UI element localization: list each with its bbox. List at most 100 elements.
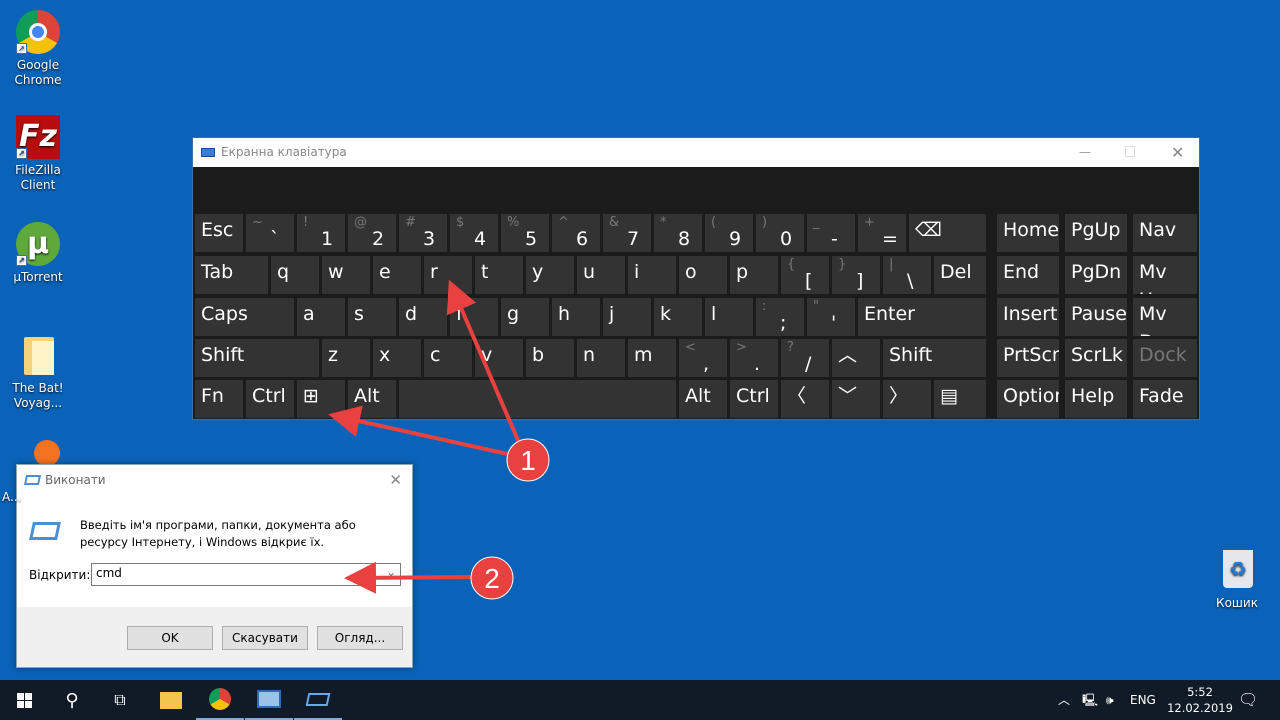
taskbar-osk[interactable] <box>245 680 293 720</box>
key-pgdn[interactable]: PgDn <box>1065 256 1127 294</box>
key-z[interactable]: z <box>322 339 370 377</box>
key-mv-dn[interactable]: Mv Dn <box>1133 298 1197 336</box>
key-y[interactable]: y <box>526 256 574 294</box>
key-,[interactable]: <, <box>679 339 727 377</box>
show-hidden-icons[interactable]: ︿ <box>1058 680 1070 720</box>
key-r[interactable]: r <box>424 256 472 294</box>
key-insert[interactable]: Insert <box>997 298 1059 336</box>
task-view-button[interactable]: ⧉ <box>96 680 144 720</box>
key-﹀[interactable]: ﹀ <box>832 380 880 418</box>
key-ctrl[interactable]: Ctrl <box>730 380 778 418</box>
key-alt[interactable]: Alt <box>348 380 396 418</box>
key-i[interactable]: i <box>628 256 676 294</box>
network-icon[interactable]: 🖳 <box>1082 680 1098 720</box>
key-tab[interactable]: Tab <box>195 256 268 294</box>
minimize-button[interactable]: — <box>1079 138 1091 167</box>
key-][interactable]: }] <box>832 256 880 294</box>
key-︿[interactable]: ︿ <box>832 339 880 377</box>
open-combobox[interactable]: cmd ⌄ <box>91 563 401 586</box>
key-alt[interactable]: Alt <box>679 380 727 418</box>
key-h[interactable]: h <box>552 298 600 336</box>
key-l[interactable]: l <box>705 298 753 336</box>
language-indicator[interactable]: ENG <box>1130 680 1156 720</box>
browse-button[interactable]: Огляд... <box>317 626 403 650</box>
key-2[interactable]: @2 <box>348 214 396 252</box>
key-k[interactable]: k <box>654 298 702 336</box>
key-〉[interactable]: 〉 <box>883 380 931 418</box>
key-mv-up[interactable]: Mv Up <box>1133 256 1197 294</box>
key-[[interactable]: {[ <box>781 256 829 294</box>
desktop-icon-thebat[interactable]: The Bat! Voyag... <box>0 333 76 411</box>
key-`[interactable]: ~ ` <box>246 214 294 252</box>
key-7[interactable]: & 7 <box>603 214 651 252</box>
key-f[interactable]: f <box>450 298 498 336</box>
key-fn[interactable]: Fn <box>195 380 243 418</box>
key-d[interactable]: d <box>399 298 447 336</box>
key-j[interactable]: j <box>603 298 651 336</box>
cancel-button[interactable]: Скасувати <box>222 626 308 650</box>
key-g[interactable]: g <box>501 298 549 336</box>
key-fade[interactable]: Fade <box>1133 380 1197 418</box>
key-\[interactable]: | \ <box>883 256 931 294</box>
key-▤[interactable]: ▤ <box>934 380 986 418</box>
key-0[interactable]: ) 0 <box>756 214 804 252</box>
key-end[interactable]: End <box>997 256 1059 294</box>
key-1[interactable]: ! 1 <box>297 214 345 252</box>
key-del[interactable]: Del <box>934 256 986 294</box>
key-9[interactable]: (9 <box>705 214 753 252</box>
key-e[interactable]: e <box>373 256 421 294</box>
key-help[interactable]: Help <box>1065 380 1127 418</box>
open-input[interactable]: cmd <box>96 566 122 580</box>
key-=[interactable]: + = <box>858 214 906 252</box>
key-home[interactable]: Home <box>997 214 1059 252</box>
desktop-icon-filezilla[interactable]: Fz ↗ FileZilla Client <box>0 115 76 193</box>
key-〈[interactable]: 〈 <box>781 380 829 418</box>
clock[interactable]: 5:52 12.02.2019 <box>1165 684 1235 716</box>
key-space[interactable] <box>399 380 676 418</box>
maximize-button[interactable] <box>1125 146 1135 157</box>
key-dock[interactable]: Dock <box>1133 339 1197 377</box>
key-v[interactable]: v <box>475 339 523 377</box>
notifications-icon[interactable]: 🗨 <box>1238 680 1258 720</box>
volume-icon[interactable]: 🕪 <box>1106 680 1114 720</box>
taskbar-run[interactable] <box>294 680 342 720</box>
key-q[interactable]: q <box>271 256 319 294</box>
key-s[interactable]: s <box>348 298 396 336</box>
key-caps[interactable]: Caps <box>195 298 294 336</box>
key-shift[interactable]: Shift <box>883 339 986 377</box>
desktop-icon-chrome[interactable]: ↗ Google Chrome <box>0 10 76 88</box>
key-p[interactable]: p <box>730 256 778 294</box>
key-8[interactable]: * 8 <box>654 214 702 252</box>
key-o[interactable]: o <box>679 256 727 294</box>
key-4[interactable]: $4 <box>450 214 498 252</box>
key-nav[interactable]: Nav <box>1133 214 1197 252</box>
key-/[interactable]: ? / <box>781 339 829 377</box>
key-scrlk[interactable]: ScrLk <box>1065 339 1127 377</box>
key-enter[interactable]: Enter <box>858 298 986 336</box>
key-prtscn[interactable]: PrtScn <box>997 339 1059 377</box>
close-button[interactable]: ✕ <box>1171 138 1184 167</box>
run-title-bar[interactable]: Виконати ✕ <box>17 465 412 495</box>
key--[interactable]: _ - <box>807 214 855 252</box>
key-b[interactable]: b <box>526 339 574 377</box>
key-shift[interactable]: Shift <box>195 339 319 377</box>
search-button[interactable]: ⚲ <box>48 680 96 720</box>
key-n[interactable]: n <box>577 339 625 377</box>
key-6[interactable]: ^ 6 <box>552 214 600 252</box>
key-;[interactable]: :; <box>756 298 804 336</box>
key-'[interactable]: " ' <box>807 298 855 336</box>
key-u[interactable]: u <box>577 256 625 294</box>
key-5[interactable]: % 5 <box>501 214 549 252</box>
key-.[interactable]: >. <box>730 339 778 377</box>
taskbar-chrome[interactable] <box>196 680 244 720</box>
desktop-icon-utorrent[interactable]: µ ↗ µTorrent <box>0 222 76 285</box>
key-⊞[interactable]: ⊞ <box>297 380 345 418</box>
key-w[interactable]: w <box>322 256 370 294</box>
taskbar-explorer[interactable] <box>147 680 195 720</box>
key-pause[interactable]: Pause <box>1065 298 1127 336</box>
osk-title-bar[interactable]: Екранна клавіатура — ✕ <box>193 138 1199 167</box>
key-a[interactable]: a <box>297 298 345 336</box>
close-button[interactable]: ✕ <box>389 465 402 495</box>
key-m[interactable]: m <box>628 339 676 377</box>
key-x[interactable]: x <box>373 339 421 377</box>
